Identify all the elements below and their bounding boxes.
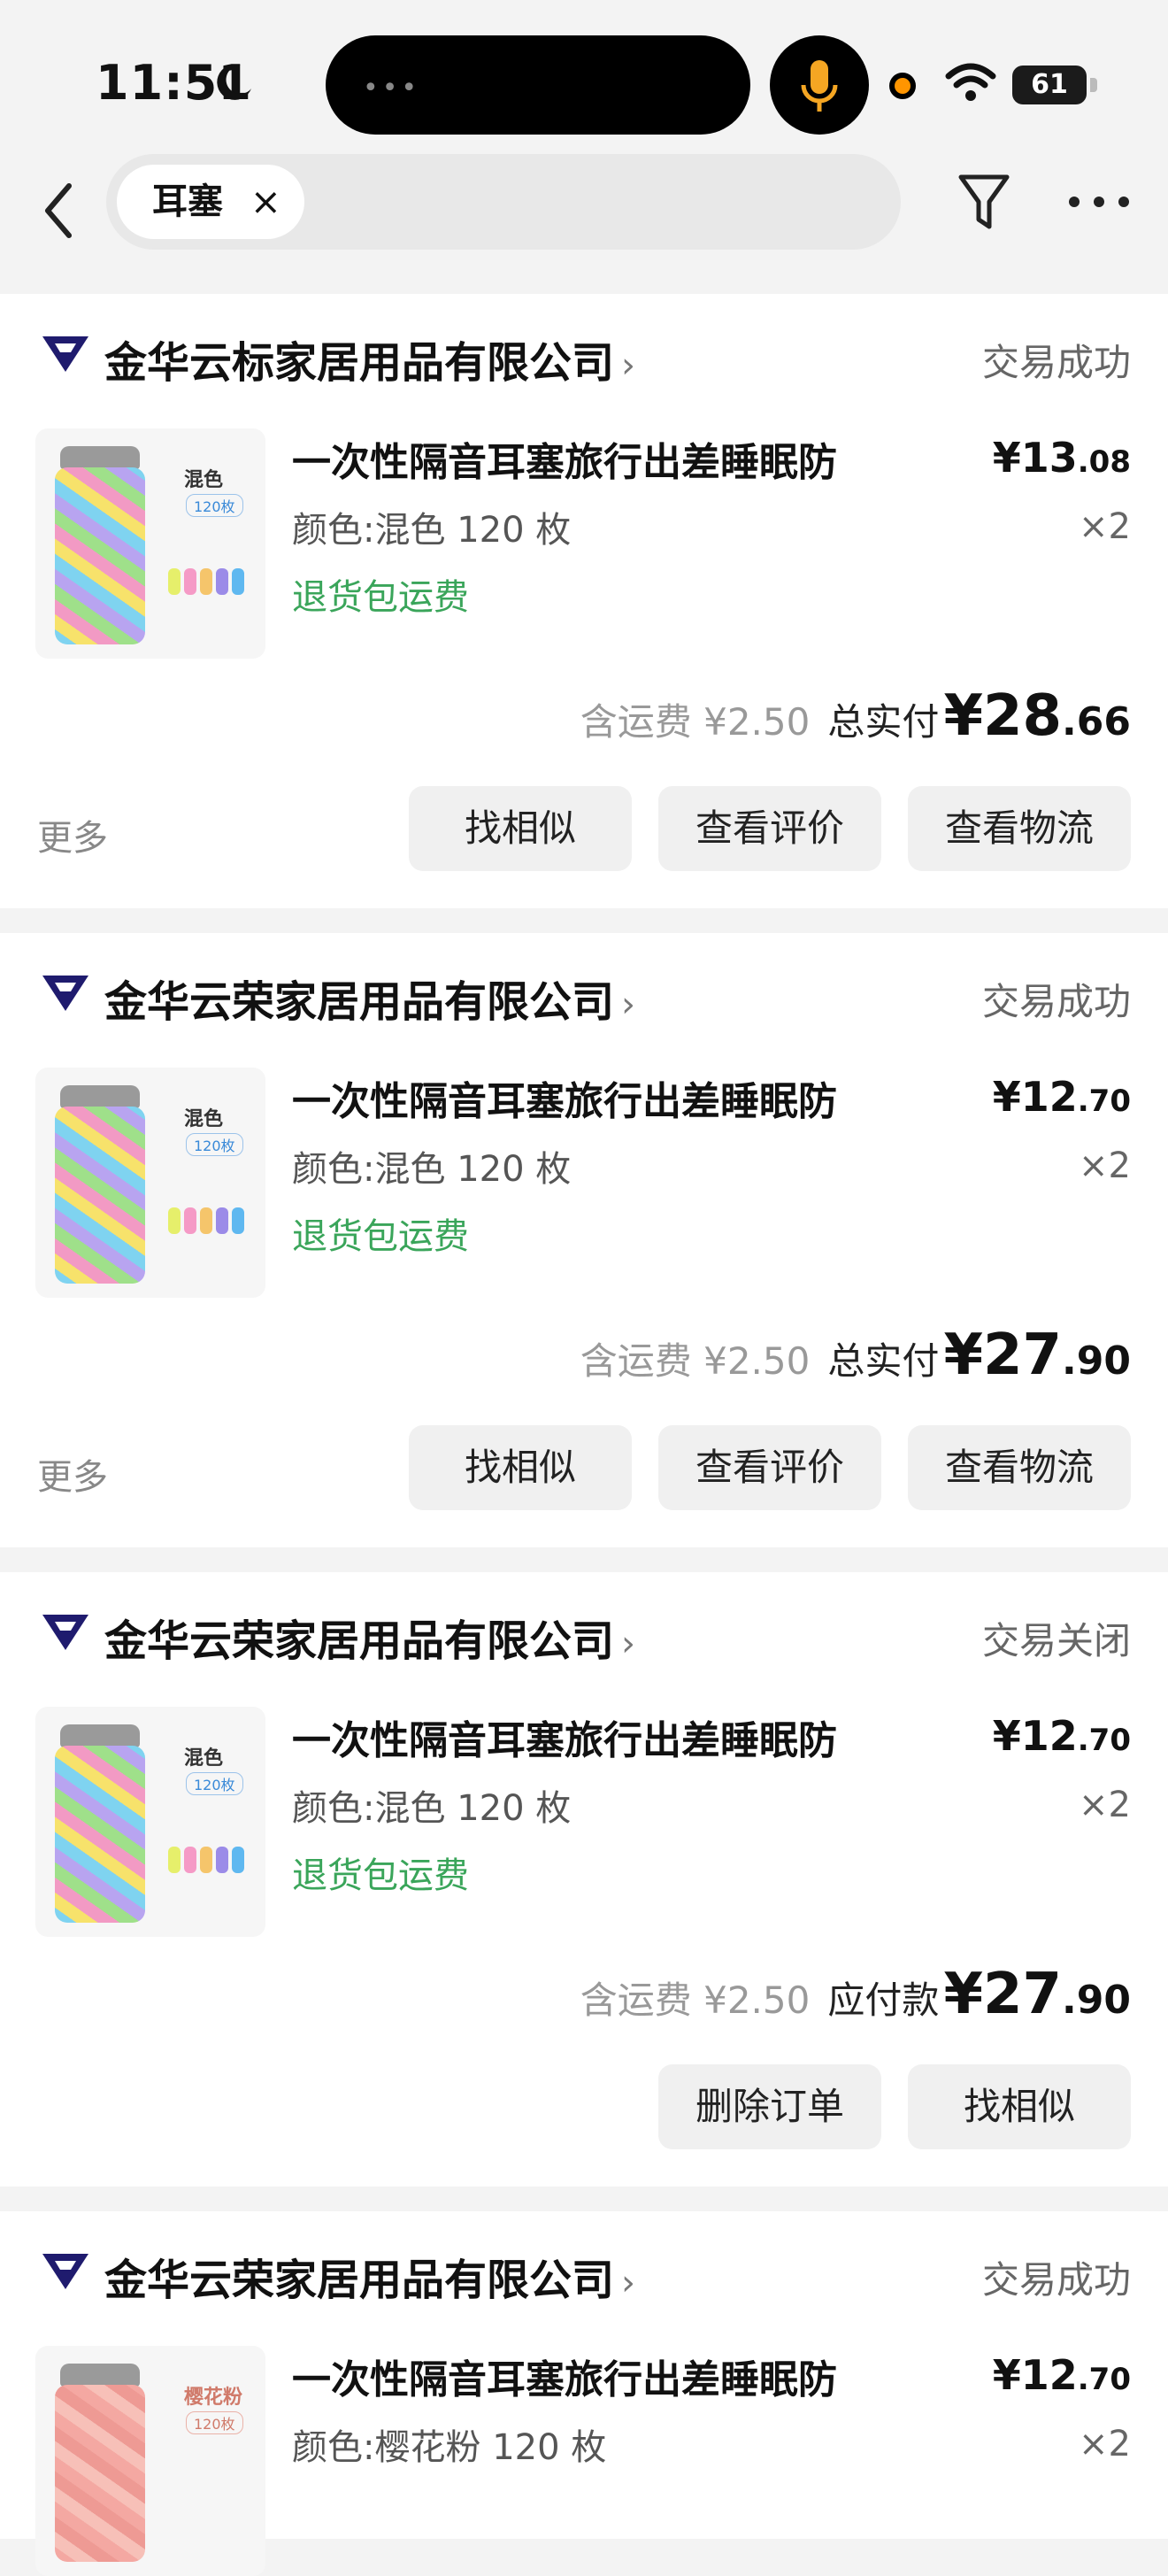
order-status: 交易成功 [981, 980, 1131, 1023]
dynamic-island: ••• [326, 35, 750, 135]
quantity: ×2 [1079, 1145, 1131, 1186]
shop-logo-icon [42, 2254, 88, 2289]
product-image[interactable]: 混色 120枚 [35, 1068, 265, 1298]
total-row: 含运费 ¥2.50 应付款 ¥27.90 [580, 1962, 1131, 2027]
product-image[interactable]: 混色 120枚 [35, 1707, 265, 1937]
unit-price: ¥12.70 [992, 1712, 1131, 1760]
chevron-right-icon: › [621, 984, 636, 1025]
battery-icon: 61 [1012, 66, 1087, 104]
search-header: 耳塞 × [0, 150, 1168, 292]
shop-row[interactable]: 金华云荣家居用品有限公司 › 交易关闭 [0, 1572, 1168, 1705]
battery-tip [1090, 78, 1097, 92]
quantity: ×2 [1079, 506, 1131, 547]
product-image[interactable]: 樱花粉 120枚 [35, 2346, 265, 2576]
back-arrow-icon[interactable] [37, 175, 81, 246]
unit-price: ¥12.70 [992, 1073, 1131, 1121]
order-status: 交易成功 [981, 2258, 1131, 2302]
view-logistics-button[interactable]: 查看物流 [908, 786, 1131, 871]
view-review-button[interactable]: 查看评价 [658, 1425, 881, 1510]
chip-label: 耳塞 [152, 181, 223, 222]
order-status: 交易成功 [981, 341, 1131, 384]
island-dots-icon: ••• [363, 73, 421, 104]
search-keyword-chip[interactable]: 耳塞 × [117, 165, 304, 239]
product-spec: 颜色:混色 120 枚 [292, 1788, 572, 1829]
view-logistics-button[interactable]: 查看物流 [908, 1425, 1131, 1510]
chevron-right-icon: › [621, 2263, 636, 2303]
more-link[interactable]: 更多 [37, 1448, 108, 1500]
shop-name[interactable]: 金华云荣家居用品有限公司 › [104, 2245, 635, 2307]
return-shipping-badge: 退货包运费 [292, 577, 469, 618]
chevron-right-icon: › [621, 1623, 636, 1664]
close-icon[interactable]: × [250, 165, 281, 239]
shop-logo-icon [42, 1615, 88, 1650]
find-similar-button[interactable]: 找相似 [409, 1425, 632, 1510]
recording-indicator-icon [889, 73, 916, 99]
shop-name[interactable]: 金华云标家居用品有限公司 › [104, 328, 635, 389]
product-spec: 颜色:混色 120 枚 [292, 1149, 572, 1190]
order-status: 交易关闭 [981, 1619, 1131, 1662]
order-card[interactable]: 金华云荣家居用品有限公司 › 交易成功 樱花粉 120枚 一次性隔音耳塞旅行出差睡… [0, 2211, 1168, 2576]
wifi-icon [945, 63, 996, 101]
find-similar-button[interactable]: 找相似 [908, 2064, 1131, 2149]
view-review-button[interactable]: 查看评价 [658, 786, 881, 871]
product-title[interactable]: 一次性隔音耳塞旅行出差睡眠防 [292, 1708, 837, 1765]
product-title[interactable]: 一次性隔音耳塞旅行出差睡眠防 [292, 1069, 837, 1126]
status-bar: 11:51 ••• 61 [0, 0, 1168, 150]
filter-icon[interactable] [957, 172, 1010, 234]
return-shipping-badge: 退货包运费 [292, 1216, 469, 1257]
delete-order-button[interactable]: 删除订单 [658, 2064, 881, 2149]
order-card[interactable]: 金华云荣家居用品有限公司 › 交易关闭 混色 120枚 一次性隔音耳塞旅行出差睡眠… [0, 1572, 1168, 2187]
shop-name[interactable]: 金华云荣家居用品有限公司 › [104, 967, 635, 1029]
total-row: 含运费 ¥2.50 总实付 ¥27.90 [580, 1323, 1131, 1388]
product-spec: 颜色:樱花粉 120 枚 [292, 2427, 607, 2468]
unit-price: ¥13.08 [992, 434, 1131, 482]
order-card[interactable]: 金华云标家居用品有限公司 › 交易成功 混色 120枚 一次性隔音耳塞旅行出差睡眠… [0, 294, 1168, 908]
shop-row[interactable]: 金华云标家居用品有限公司 › 交易成功 [0, 294, 1168, 427]
search-input[interactable]: 耳塞 × [106, 154, 901, 250]
order-card[interactable]: 金华云荣家居用品有限公司 › 交易成功 混色 120枚 一次性隔音耳塞旅行出差睡眠… [0, 933, 1168, 1547]
unit-price: ¥12.70 [992, 2351, 1131, 2399]
shop-row[interactable]: 金华云荣家居用品有限公司 › 交易成功 [0, 2211, 1168, 2344]
find-similar-button[interactable]: 找相似 [409, 786, 632, 871]
product-spec: 颜色:混色 120 枚 [292, 510, 572, 551]
total-row: 含运费 ¥2.50 总实付 ¥28.66 [580, 683, 1131, 749]
more-options-icon[interactable] [1067, 193, 1131, 211]
moon-icon [217, 64, 251, 100]
shop-logo-icon [42, 976, 88, 1011]
chevron-right-icon: › [621, 345, 636, 386]
product-image[interactable]: 混色 120枚 [35, 428, 265, 659]
quantity: ×2 [1079, 1785, 1131, 1825]
shop-row[interactable]: 金华云荣家居用品有限公司 › 交易成功 [0, 933, 1168, 1066]
microphone-icon [770, 35, 869, 135]
shop-name[interactable]: 金华云荣家居用品有限公司 › [104, 1606, 635, 1668]
product-title[interactable]: 一次性隔音耳塞旅行出差睡眠防 [292, 2348, 837, 2404]
quantity: ×2 [1079, 2424, 1131, 2464]
product-title[interactable]: 一次性隔音耳塞旅行出差睡眠防 [292, 430, 837, 487]
more-link[interactable]: 更多 [37, 809, 108, 860]
shop-logo-icon [42, 336, 88, 372]
return-shipping-badge: 退货包运费 [292, 1855, 469, 1896]
